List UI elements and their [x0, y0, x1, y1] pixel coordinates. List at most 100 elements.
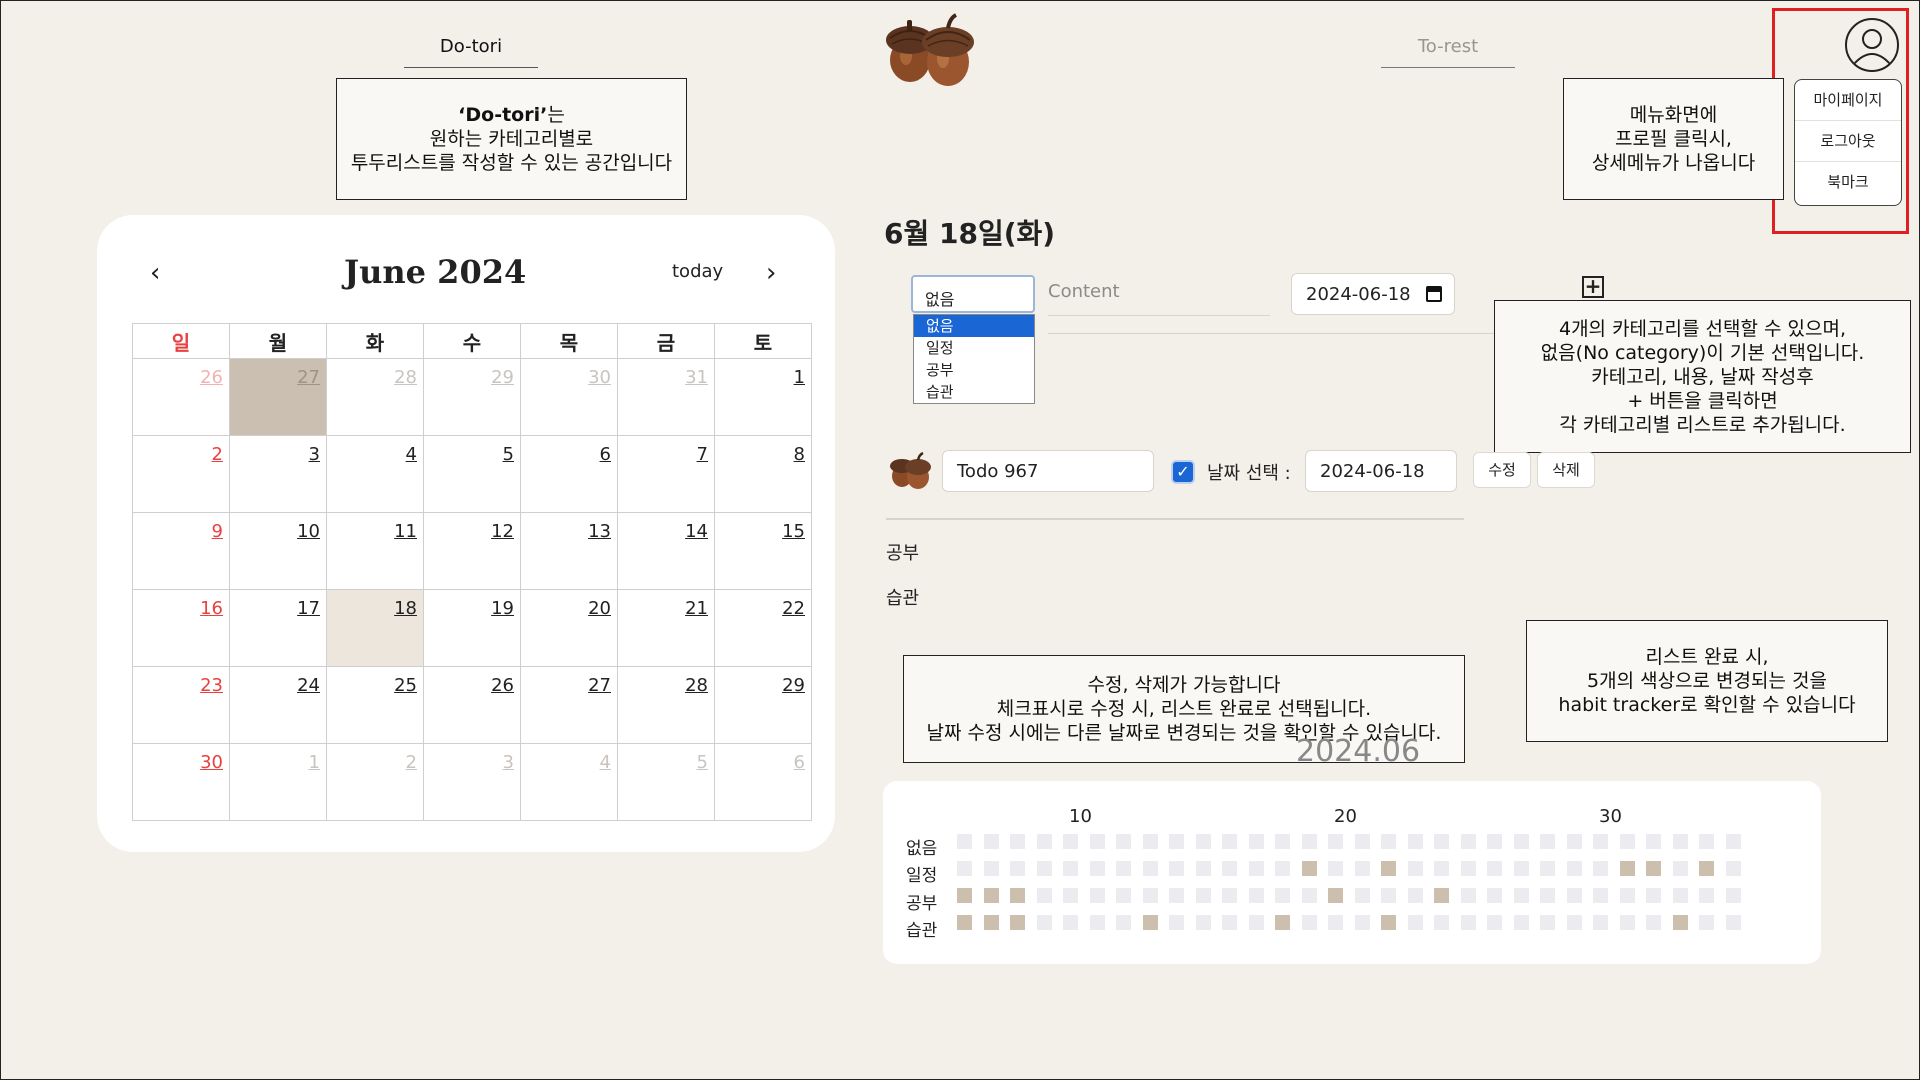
todo-date-input[interactable]: 2024-06-18	[1305, 450, 1457, 492]
calendar-day[interactable]: 3	[229, 435, 327, 513]
calendar-day[interactable]: 30	[520, 358, 618, 436]
tracker-cell	[1090, 915, 1105, 930]
todo-text-input[interactable]: Todo 967	[942, 450, 1154, 492]
calendar-next-button[interactable]: ›	[766, 258, 776, 288]
note-habit-line1: 리스트 완료 시,	[1645, 646, 1769, 668]
tracker-cell	[1302, 888, 1317, 903]
nav-tab-torest[interactable]: To-rest	[1381, 36, 1515, 68]
calendar-day[interactable]: 29	[423, 358, 521, 436]
tracker-cell	[1514, 861, 1529, 876]
menu-item-mypage[interactable]: 마이페이지	[1795, 80, 1901, 121]
tracker-cell	[1090, 834, 1105, 849]
calendar-day[interactable]: 1	[714, 358, 812, 436]
category-select[interactable]: 없음	[911, 275, 1035, 313]
profile-icon[interactable]	[1845, 18, 1899, 72]
calendar-day[interactable]: 20	[520, 589, 618, 667]
add-button[interactable]: +	[1582, 276, 1604, 298]
calendar-prev-button[interactable]: ‹	[150, 258, 160, 288]
tracker-cell	[1037, 861, 1052, 876]
acorn-icon	[888, 451, 932, 494]
tracker-cell	[1063, 888, 1078, 903]
tracker-cell	[1222, 888, 1237, 903]
tracker-cell	[1540, 888, 1555, 903]
note-dotori: ‘Do-tori’는 원하는 카테고리별로 투두리스트를 작성할 수 있는 공간…	[336, 78, 687, 200]
note-category: 4개의 카테고리를 선택할 수 있으며, 없음(No category)이 기본…	[1494, 300, 1911, 453]
calendar-day[interactable]: 5	[423, 435, 521, 513]
note-dotori-suffix: 는	[547, 104, 565, 126]
calendar-day[interactable]: 4	[520, 743, 618, 821]
calendar-day[interactable]: 29	[714, 666, 812, 744]
calendar-day[interactable]: 16	[132, 589, 230, 667]
calendar-day[interactable]: 30	[132, 743, 230, 821]
delete-button[interactable]: 삭제	[1537, 452, 1595, 488]
calendar-day[interactable]: 15	[714, 512, 812, 590]
note-category-line4: + 버튼을 클릭하면	[1627, 389, 1778, 412]
calendar-today-button[interactable]: today	[672, 261, 723, 282]
weekday-thu: 목	[520, 323, 618, 359]
calendar-day[interactable]: 11	[326, 512, 424, 590]
menu-item-bookmark[interactable]: 북마크	[1795, 162, 1901, 202]
calendar-day[interactable]: 22	[714, 589, 812, 667]
tracker-cell	[984, 834, 999, 849]
tracker-cell	[1037, 834, 1052, 849]
category-option-none[interactable]: 없음	[914, 315, 1034, 337]
tracker-cell	[1249, 888, 1264, 903]
menu-item-logout[interactable]: 로그아웃	[1795, 121, 1901, 162]
tracker-row-label: 없음	[906, 839, 938, 859]
tracker-cell	[1487, 861, 1502, 876]
calendar-day[interactable]: 23	[132, 666, 230, 744]
calendar-day[interactable]: 21	[617, 589, 715, 667]
note-habit: 리스트 완료 시, 5개의 색상으로 변경되는 것을 habit tracker…	[1526, 620, 1888, 742]
calendar-day[interactable]: 7	[617, 435, 715, 513]
calendar-day[interactable]: 26	[132, 358, 230, 436]
calendar-day[interactable]: 6	[714, 743, 812, 821]
tracker-cell	[1249, 834, 1264, 849]
tracker-cell	[1567, 915, 1582, 930]
calendar-day[interactable]: 4	[326, 435, 424, 513]
calendar-day[interactable]: 10	[229, 512, 327, 590]
category-option-habit[interactable]: 습관	[914, 381, 1034, 403]
category-option-schedule[interactable]: 일정	[914, 337, 1034, 359]
calendar-day[interactable]: 9	[132, 512, 230, 590]
calendar-day[interactable]: 5	[617, 743, 715, 821]
tracker-cell	[1726, 861, 1741, 876]
calendar-icon[interactable]	[1426, 286, 1442, 302]
calendar-day[interactable]: 28	[326, 358, 424, 436]
calendar-day[interactable]: 17	[229, 589, 327, 667]
tracker-cell	[1275, 888, 1290, 903]
calendar-day[interactable]: 3	[423, 743, 521, 821]
calendar-day[interactable]: 14	[617, 512, 715, 590]
calendar-day-selected[interactable]: 27	[229, 358, 327, 436]
tracker-cell	[1408, 834, 1423, 849]
todo-done-checkbox[interactable]: ✓	[1171, 460, 1195, 484]
tracker-year-month: 2024.06	[1296, 734, 1421, 769]
content-input[interactable]: Content	[1048, 281, 1270, 316]
note-dotori-bold: ‘Do-tori’	[458, 104, 548, 126]
acorn-logo[interactable]	[880, 12, 982, 92]
calendar-day[interactable]: 6	[520, 435, 618, 513]
nav-tab-dotori[interactable]: Do-tori	[404, 36, 538, 68]
tracker-cell	[1434, 834, 1449, 849]
date-input[interactable]: 2024-06-18	[1291, 273, 1455, 315]
tracker-cell	[1222, 834, 1237, 849]
calendar-day[interactable]: 2	[132, 435, 230, 513]
calendar-day-today[interactable]: 18	[326, 589, 424, 667]
calendar-day[interactable]: 1	[229, 743, 327, 821]
calendar-day[interactable]: 13	[520, 512, 618, 590]
note-category-line3: 카테고리, 내용, 날짜 작성후	[1591, 365, 1814, 388]
category-option-study[interactable]: 공부	[914, 359, 1034, 381]
calendar-day[interactable]: 24	[229, 666, 327, 744]
calendar-day[interactable]: 26	[423, 666, 521, 744]
tracker-cell	[1620, 834, 1635, 849]
calendar-day[interactable]: 12	[423, 512, 521, 590]
calendar-day[interactable]: 2	[326, 743, 424, 821]
calendar-day[interactable]: 31	[617, 358, 715, 436]
edit-button[interactable]: 수정	[1473, 452, 1531, 488]
calendar-day[interactable]: 25	[326, 666, 424, 744]
calendar-day[interactable]: 19	[423, 589, 521, 667]
note-menu-line2: 프로필 클릭시,	[1615, 128, 1732, 150]
calendar-day[interactable]: 28	[617, 666, 715, 744]
calendar-day[interactable]: 8	[714, 435, 812, 513]
calendar-day[interactable]: 27	[520, 666, 618, 744]
tracker-cell	[1620, 915, 1635, 930]
